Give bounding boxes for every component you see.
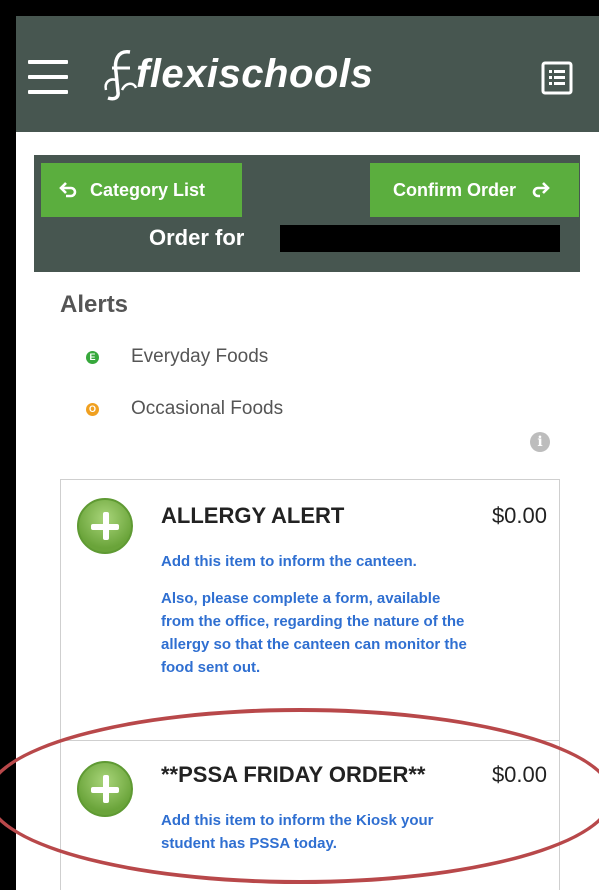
legend-label: Everyday Foods — [131, 346, 269, 367]
leaf-logo-icon — [104, 50, 138, 101]
legend-occasional: O Occasional Foods — [86, 398, 283, 420]
confirm-order-label: Confirm Order — [393, 179, 517, 200]
item-description-line: Add this item to inform the canteen. — [161, 553, 417, 570]
item-price: $0.00 — [491, 503, 547, 528]
item-description-line: Also, please complete a form, available … — [161, 590, 467, 676]
redacted-student-name — [280, 225, 560, 252]
legend-everyday: E Everyday Foods — [86, 346, 268, 368]
order-for-label: Order for — [149, 225, 245, 250]
add-item-button[interactable] — [77, 761, 133, 817]
item-description: Add this item to inform the canteen. Als… — [161, 550, 471, 693]
forward-arrow-icon — [532, 182, 550, 198]
item-name: ALLERGY ALERT — [161, 503, 345, 528]
item-name: **PSSA FRIDAY ORDER** — [161, 762, 426, 787]
legend-label: Occasional Foods — [131, 398, 284, 419]
confirm-order-button[interactable]: Confirm Order — [370, 163, 579, 217]
occasional-badge-icon: O — [86, 402, 99, 416]
item-description-line: Add this item to inform the Kiosk your s… — [161, 812, 434, 852]
order-toolbar: Category List Confirm Order Order for — [34, 155, 580, 272]
logo-text: flexischools — [136, 51, 374, 96]
info-icon[interactable]: i — [530, 432, 550, 452]
menu-item-pssa-friday-order: **PSSA FRIDAY ORDER** $0.00 Add this ite… — [60, 740, 560, 890]
app-frame: flexischools Category List Confirm Order… — [16, 16, 599, 890]
app-header: flexischools — [16, 16, 599, 132]
order-list-icon[interactable] — [541, 61, 573, 95]
add-item-button[interactable] — [77, 498, 133, 554]
category-list-button[interactable]: Category List — [41, 163, 242, 217]
back-arrow-icon — [59, 182, 77, 198]
everyday-badge-icon: E — [86, 350, 99, 364]
item-price: $0.00 — [491, 762, 547, 787]
app-logo: flexischools — [100, 46, 373, 102]
menu-item-allergy-alert: ALLERGY ALERT $0.00 Add this item to inf… — [60, 479, 560, 741]
alerts-title: Alerts — [60, 291, 129, 318]
item-description: Add this item to inform the Kiosk your s… — [161, 809, 471, 869]
category-list-label: Category List — [90, 179, 206, 200]
hamburger-menu-icon[interactable] — [28, 60, 68, 94]
